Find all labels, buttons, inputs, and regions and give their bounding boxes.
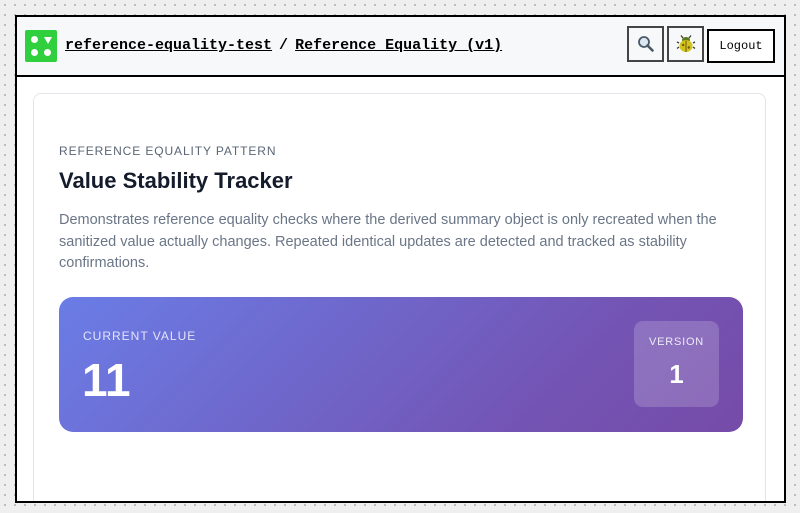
logo-dot — [44, 49, 51, 56]
section-eyebrow: REFERENCE EQUALITY PATTERN — [59, 144, 277, 158]
breadcrumb-project-link[interactable]: reference-equality-test — [65, 37, 272, 54]
tracker-card: REFERENCE EQUALITY PATTERN Value Stabili… — [33, 93, 766, 501]
app-window: reference-equality-test / Reference Equali… — [15, 15, 786, 503]
four-dot-logo-icon[interactable] — [25, 30, 57, 62]
page-description: Demonstrates reference equality checks w… — [59, 212, 717, 271]
current-value: 11 — [82, 354, 131, 406]
page-title: Value Stability Tracker — [59, 168, 293, 193]
magnifier-icon — [637, 36, 654, 52]
top-header: reference-equality-test / Reference Equali… — [17, 17, 784, 77]
breadcrumb-separator: / — [279, 37, 289, 54]
current-value-panel: CURRENT VALUE 11 VERSION 1 — [59, 297, 743, 432]
logo-triangle — [44, 37, 52, 44]
version-label: VERSION — [648, 336, 705, 348]
logo-dot — [31, 36, 38, 43]
debug-button[interactable] — [667, 26, 704, 62]
version-value: 1 — [669, 359, 684, 389]
version-badge: VERSION 1 — [634, 321, 719, 407]
breadcrumb-page-link[interactable]: Reference Equality (v1) — [295, 37, 502, 54]
breadcrumb: reference-equality-test / Reference Equali… — [65, 37, 502, 54]
current-value-label: CURRENT VALUE — [83, 329, 197, 343]
main-content: REFERENCE EQUALITY PATTERN Value Stabili… — [17, 77, 784, 501]
bug-icon — [676, 35, 695, 52]
logout-button[interactable]: Logout — [707, 29, 775, 63]
search-button[interactable] — [627, 26, 664, 62]
logo-dot — [31, 49, 38, 56]
